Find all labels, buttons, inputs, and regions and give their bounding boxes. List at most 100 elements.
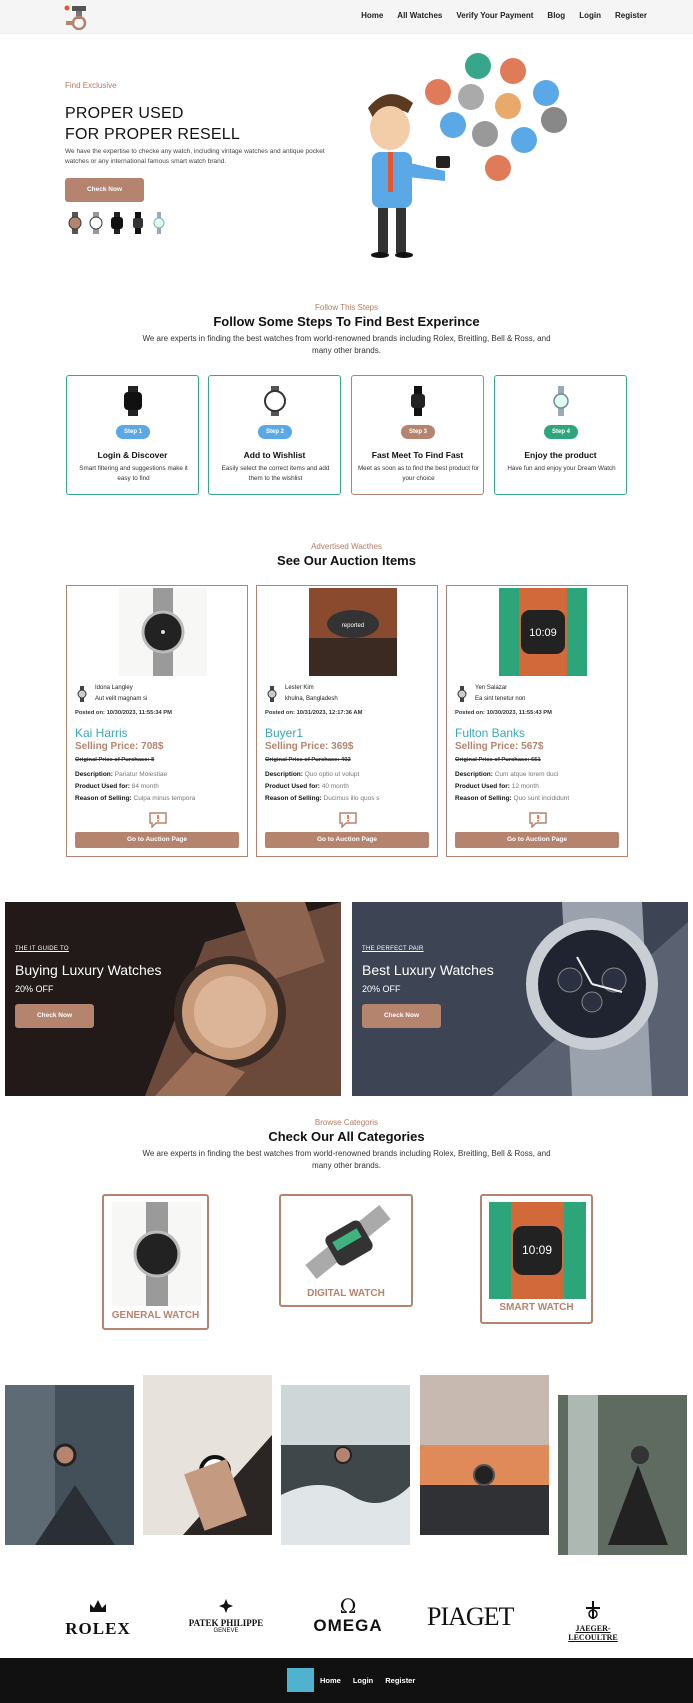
used-for-label: Product Used for: (75, 783, 130, 790)
banner-watch-image (352, 902, 688, 1096)
category-digital-watch[interactable]: DIGITAL WATCH (279, 1194, 413, 1307)
watch-thumb-icon[interactable] (68, 212, 82, 234)
watch-icon (264, 386, 286, 416)
site-footer: Home Login Register (0, 1658, 693, 1703)
original-label: Original Price of Purchase: (265, 757, 340, 763)
posted-label: Posted on: (455, 710, 485, 716)
nav-home[interactable]: Home (361, 11, 383, 20)
brand-jaeger-text: JAEGER-LECOULTRE (568, 1624, 618, 1642)
posted-value: 10/30/2023, 11:55:43 PM (486, 710, 553, 716)
nav-blog[interactable]: Blog (547, 11, 565, 20)
posted-label: Posted on: (75, 710, 105, 716)
category-label: GENERAL WATCH (111, 1310, 200, 1321)
original-price: Original Price of Purchase: 8 (75, 757, 154, 763)
product-image[interactable]: reported (309, 588, 397, 676)
step-title: Add to Wishlist (243, 450, 306, 460)
reason-row: Reason of Selling: Ducimus illo quos s (265, 795, 380, 802)
watch-thumb-icon[interactable] (131, 212, 145, 234)
brand-omega[interactable]: Ω OMEGA (306, 1596, 390, 1636)
original-price: Original Price of Purchase: 651 (455, 757, 541, 763)
used-for-value: 12 month (511, 783, 539, 790)
watch-thumb-icon[interactable] (152, 212, 166, 234)
report-icon[interactable] (529, 812, 547, 828)
jaeger-emblem-icon (586, 1601, 600, 1619)
step-desc: Smart filtering and suggestions make it … (79, 465, 188, 482)
footer-register-link[interactable]: Register (385, 1676, 415, 1685)
promo-banner-1: THE IT GUIDE TO Buying Luxury Watches 20… (5, 902, 341, 1096)
gallery-photo-4[interactable] (420, 1375, 549, 1535)
gallery-photo-5[interactable] (558, 1395, 687, 1555)
category-image (112, 1202, 201, 1306)
seller-avatar-icon (267, 686, 277, 702)
product-image[interactable] (119, 588, 207, 676)
nav-login[interactable]: Login (579, 11, 601, 20)
selling-price: Selling Price: 369$ (265, 741, 353, 752)
steps-kicker: Follow This Steps (315, 303, 378, 312)
site-header: Home All Watches Verify Your Payment Blo… (0, 0, 693, 34)
selling-label: Selling Price: (265, 741, 329, 752)
step-badge: Step 1 (116, 425, 150, 439)
step-title: Enjoy the product (524, 450, 597, 460)
description-row: Description: Quo optio ut volupt (265, 771, 359, 778)
auction-kicker: Advertised Wacthes (311, 542, 382, 551)
brand-patek-philippe[interactable]: PATEK PHILIPPE GENEVE (184, 1599, 268, 1634)
banner-check-now-button[interactable]: Check Now (362, 1004, 441, 1028)
footer-nav: Home Login Register (320, 1676, 415, 1685)
banner-check-now-button[interactable]: Check Now (15, 1004, 94, 1028)
watch-thumb-icon[interactable] (89, 212, 103, 234)
footer-home-link[interactable]: Home (320, 1676, 341, 1685)
item-title[interactable]: Kai Harris (75, 726, 128, 740)
reason-label: Reason of Selling: (265, 795, 322, 802)
item-title[interactable]: Buyer1 (265, 726, 303, 740)
categories-kicker: Browse Categoris (314, 1118, 379, 1127)
footer-logo-icon[interactable] (287, 1668, 314, 1692)
watch-thumb-icon[interactable] (110, 212, 124, 234)
crown-icon (90, 1600, 106, 1612)
report-icon[interactable] (149, 812, 167, 828)
selling-price: Selling Price: 567$ (455, 741, 543, 752)
brand-piaget[interactable]: PIAGET (427, 1603, 514, 1631)
original-label: Original Price of Purchase: (455, 757, 530, 763)
gallery-photo-3[interactable] (281, 1385, 410, 1545)
logo-icon[interactable] (64, 4, 92, 30)
nav-register[interactable]: Register (615, 11, 647, 20)
gallery-photo-1[interactable] (5, 1385, 134, 1545)
go-to-auction-button[interactable]: Go to Auction Page (455, 832, 619, 848)
go-to-auction-button[interactable]: Go to Auction Page (265, 832, 429, 848)
svg-text:10:09: 10:09 (522, 1243, 552, 1257)
step-badge: Step 4 (544, 425, 578, 439)
seller-avatar-icon (77, 686, 87, 702)
description-value: Pariatur Molestiae (114, 771, 168, 778)
category-general-watch[interactable]: GENERAL WATCH (102, 1194, 209, 1330)
nav-verify-payment[interactable]: Verify Your Payment (456, 11, 533, 20)
smartwatch-icon (411, 386, 425, 416)
smartwatch-icon (124, 386, 142, 416)
hero-illustration (368, 53, 567, 258)
used-for-row: Product Used for: 12 month (455, 783, 539, 790)
auction-card: 10:09 Yen Salazar Ea sint tenetur non Po… (446, 585, 628, 857)
hero-check-now-button[interactable]: Check Now (65, 178, 144, 202)
brand-rolex[interactable]: ROLEX (56, 1598, 140, 1639)
report-icon[interactable] (339, 812, 357, 828)
reason-value: Ducimus illo quos s (323, 795, 380, 802)
brand-jaeger-lecoultre[interactable]: JAEGER-LECOULTRE (553, 1601, 633, 1642)
posted-value: 10/30/2023, 11:55:34 PM (106, 710, 173, 716)
used-for-value: 40 month (321, 783, 349, 790)
product-image[interactable]: 10:09 (499, 588, 587, 676)
original-price: Original Price of Purchase: 402 (265, 757, 351, 763)
hero-kicker: Find Exclusive (65, 81, 117, 90)
seller-location: Aut velit magnam si (95, 696, 148, 702)
description-label: Description: (265, 771, 303, 778)
item-title[interactable]: Fulton Banks (455, 726, 525, 740)
footer-login-link[interactable]: Login (353, 1676, 373, 1685)
nav-all-watches[interactable]: All Watches (397, 11, 442, 20)
posted-date: Posted on: 10/30/2023, 11:55:43 PM (455, 710, 552, 716)
category-smart-watch[interactable]: 10:09 SMART WATCH (480, 1194, 593, 1324)
auction-card: reported Lester Kim khulna, Bangladesh P… (256, 585, 438, 857)
banner-kicker[interactable]: THE IT GUIDE TO (15, 946, 69, 952)
gallery-photo-2[interactable] (143, 1375, 272, 1535)
go-to-auction-button[interactable]: Go to Auction Page (75, 832, 239, 848)
hero-title: PROPER USED FOR PROPER RESELL (65, 103, 240, 145)
banner-kicker[interactable]: THE PERFECT PAIR (362, 946, 424, 952)
steps-description: We are experts in finding the best watch… (142, 334, 551, 355)
